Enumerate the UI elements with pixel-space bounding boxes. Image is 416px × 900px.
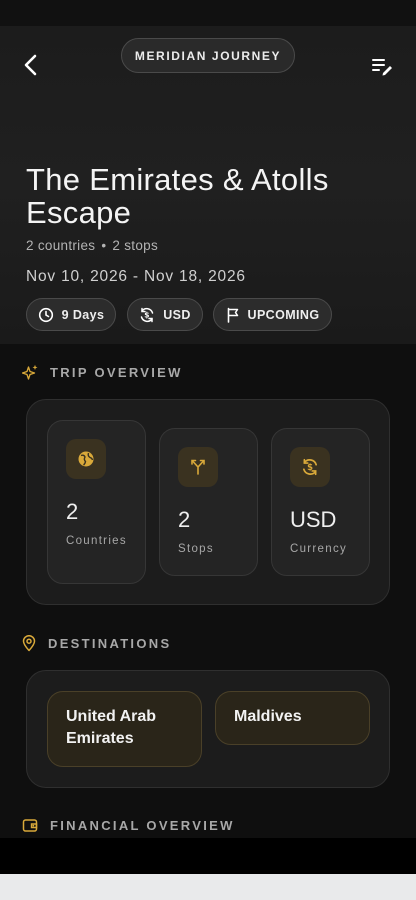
stat-icon-box [66, 439, 106, 479]
trip-overview-label: TRIP OVERVIEW [50, 365, 183, 380]
duration-label: 9 Days [61, 307, 105, 322]
trip-overview-panel: 2 Countries 2 Stops $ USD Currency [26, 399, 390, 605]
currency-chip: $ USD [127, 298, 203, 331]
stat-icon-box: $ [290, 447, 330, 487]
bottom-bar [0, 838, 416, 874]
section-title-trip-overview: TRIP OVERVIEW [22, 364, 183, 381]
edit-menu-button[interactable] [366, 50, 398, 82]
trip-title: The Emirates & Atolls Escape [26, 162, 329, 230]
stat-value-stops: 2 [178, 507, 191, 532]
brand-label: MERIDIAN JOURNEY [134, 48, 282, 63]
home-indicator-area [0, 874, 416, 900]
section-title-financial-overview: FINANCIAL OVERVIEW [22, 818, 235, 833]
section-title-destinations: DESTINATIONS [22, 635, 171, 652]
back-button[interactable] [14, 48, 48, 82]
flag-icon [227, 307, 238, 323]
currency-label: USD [163, 307, 191, 322]
destinations-label: DESTINATIONS [48, 636, 172, 651]
destination-chip-uae[interactable]: United Arab Emirates [47, 691, 202, 767]
map-pin-icon [22, 635, 36, 652]
stat-value-countries: 2 [66, 499, 79, 524]
stops-count-text: 2 stops [112, 238, 159, 253]
financial-overview-label: FINANCIAL OVERVIEW [50, 818, 235, 833]
sparkles-icon [22, 364, 38, 380]
stat-card-currency: $ USD Currency [271, 428, 370, 576]
brand-pill: MERIDIAN JOURNEY [121, 38, 295, 73]
stat-icon-box [178, 447, 218, 487]
edit-list-icon [372, 59, 392, 76]
wallet-icon [22, 819, 38, 832]
stat-card-stops: 2 Stops [159, 428, 258, 576]
separator-dot: • [101, 238, 107, 253]
destinations-panel: United Arab Emirates Maldives [26, 670, 390, 788]
stat-label-currency: Currency [290, 543, 348, 555]
status-label: UPCOMING [247, 307, 320, 322]
trip-summary: 2 countries • 2 stops [26, 238, 158, 253]
countries-count-text: 2 countries [26, 238, 96, 253]
destination-chip-maldives[interactable]: Maldives [215, 691, 370, 745]
svg-text:$: $ [144, 310, 150, 319]
trip-dates: Nov 10, 2026 - Nov 18, 2026 [26, 268, 246, 285]
stat-label-countries: Countries [66, 535, 127, 547]
duration-chip: 9 Days [26, 298, 116, 331]
clock-icon [38, 307, 53, 322]
stat-card-countries: 2 Countries [47, 420, 146, 584]
chevron-left-icon [24, 54, 37, 76]
stat-label-stops: Stops [178, 543, 214, 555]
svg-text:$: $ [307, 462, 313, 472]
status-chip: UPCOMING [213, 298, 332, 331]
currency-exchange-icon: $ [140, 307, 154, 322]
status-bar-area [0, 0, 416, 26]
stat-value-currency: USD [290, 507, 337, 532]
currency-exchange-icon: $ [302, 458, 318, 476]
globe-icon [78, 451, 94, 467]
route-fork-icon [191, 459, 205, 475]
